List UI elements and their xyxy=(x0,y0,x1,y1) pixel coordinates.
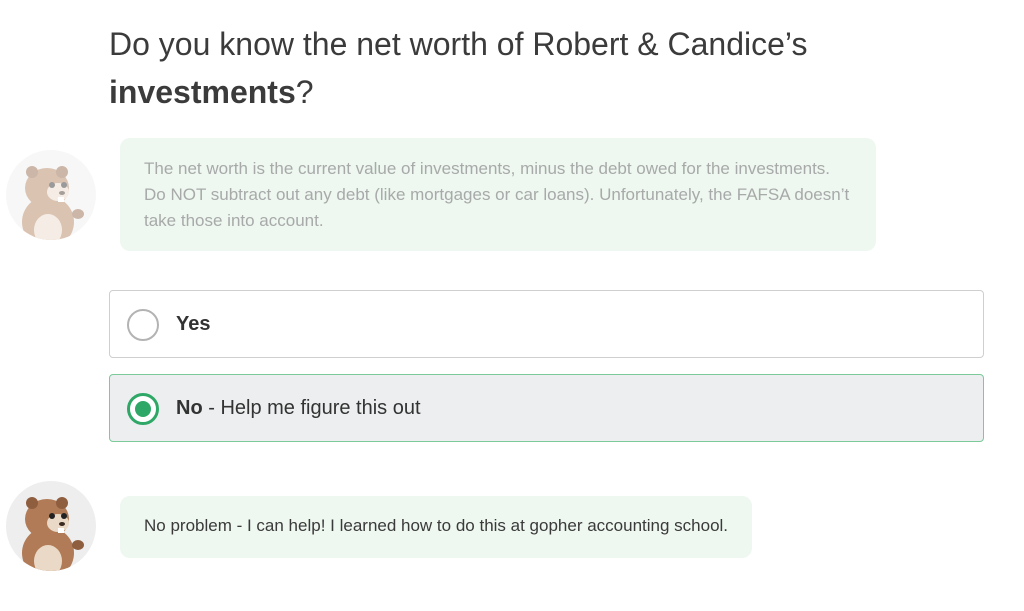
option-no[interactable]: No - Help me figure this out xyxy=(109,374,984,442)
radio-no[interactable] xyxy=(127,393,159,425)
gopher-icon xyxy=(22,166,84,240)
option-yes[interactable]: Yes xyxy=(109,290,984,358)
option-no-label: No - Help me figure this out xyxy=(176,375,421,441)
option-no-detail: - Help me figure this out xyxy=(202,397,421,419)
question-text: Do you know the net worth of Robert & Ca… xyxy=(109,26,808,62)
gopher-avatar xyxy=(6,150,96,240)
question-mark: ? xyxy=(295,74,314,110)
option-yes-title: Yes xyxy=(176,313,211,335)
hint-text: The net worth is the current value of in… xyxy=(144,159,850,230)
question-emphasis: investments xyxy=(109,74,296,110)
option-no-title: No xyxy=(176,397,203,419)
hint-bubble: The net worth is the current value of in… xyxy=(120,138,876,251)
reply-bubble: No problem - I can help! I learned how t… xyxy=(120,496,753,558)
question-heading: Do you know the net worth of Robert & Ca… xyxy=(109,20,989,116)
gopher-icon xyxy=(22,497,84,571)
option-yes-label: Yes xyxy=(176,291,210,357)
radio-yes[interactable] xyxy=(127,309,159,341)
gopher-avatar-reply xyxy=(6,481,96,571)
reply-text: No problem - I can help! I learned how t… xyxy=(144,516,729,535)
